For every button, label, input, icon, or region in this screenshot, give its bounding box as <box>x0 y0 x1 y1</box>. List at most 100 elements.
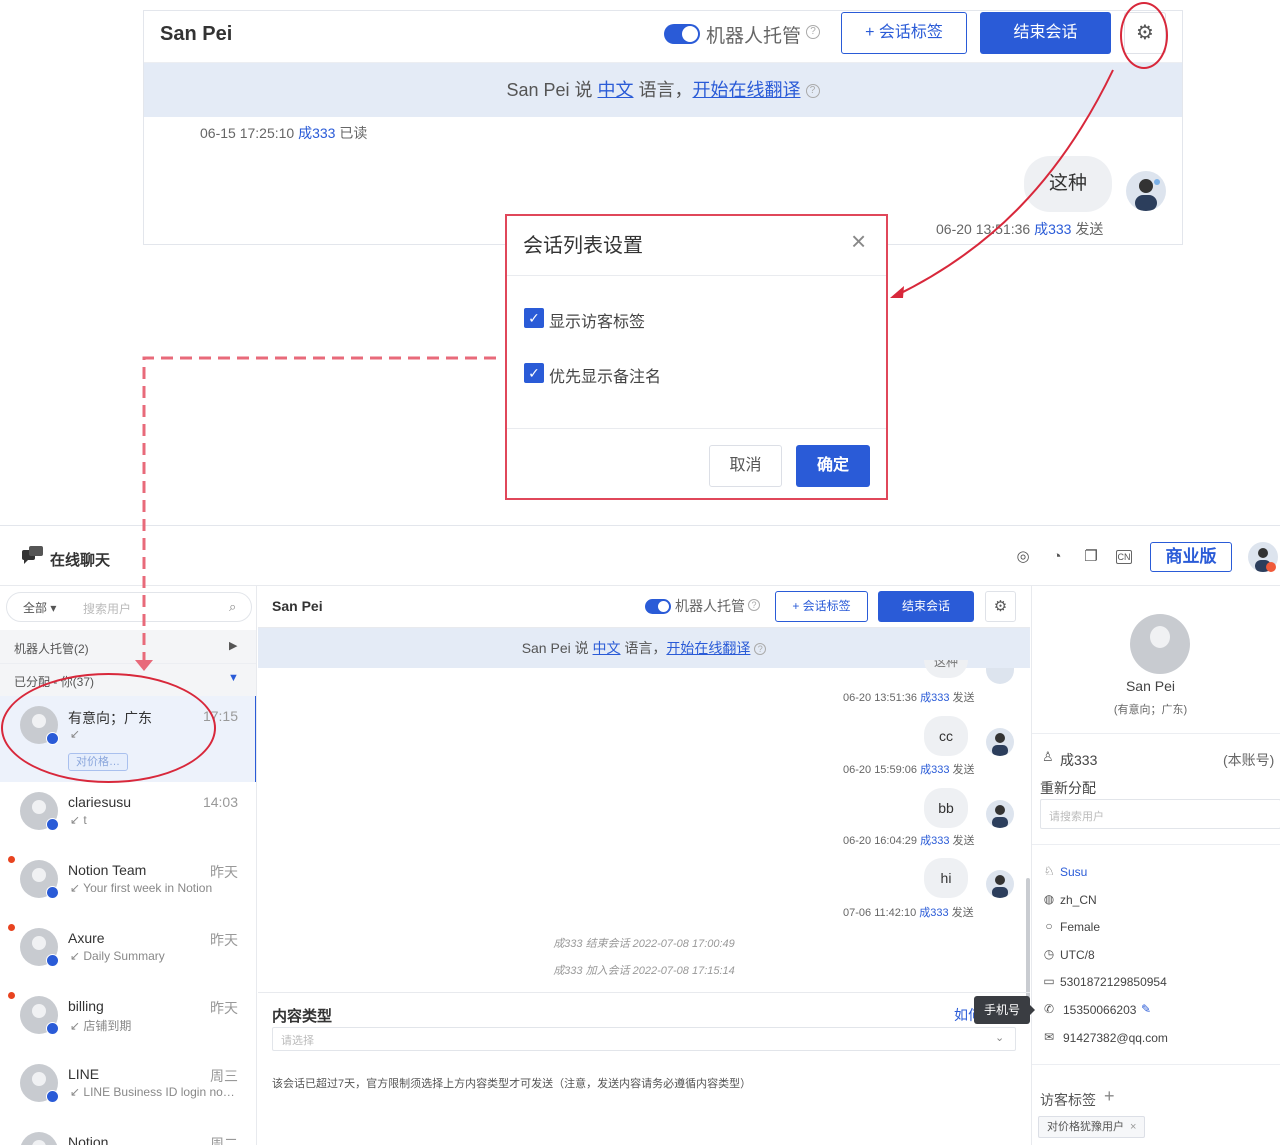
end-session-button[interactable]: 结束会话 <box>878 591 974 622</box>
agent-link[interactable]: 成333 <box>920 835 949 847</box>
content-type-select[interactable]: 请选择 ⌄ <box>272 1027 1016 1051</box>
restriction-note: 该会话已超过7天，官方限制须选择上方内容类型才可发送（注意，发送内容请务必遵循内… <box>272 1078 752 1090</box>
search-box: 全部 ▾ 搜索用户 ⌕ <box>6 592 252 622</box>
list-item[interactable]: clariesusu 14:03 ↙ t <box>0 782 256 850</box>
send-status: 发送 <box>1071 221 1104 237</box>
timezone-value: UTC/8 <box>1060 948 1095 962</box>
visitor-tag-header: 访客标签 <box>1040 1092 1096 1108</box>
email-value: 91427382@qq.com <box>1063 1031 1168 1045</box>
confirm-button[interactable]: 确定 <box>796 445 870 487</box>
message-meta: 06-20 16:04:29 成333 发送 <box>843 835 975 847</box>
user-search-input[interactable]: 请搜索用户 <box>1040 799 1280 829</box>
language-icon[interactable]: CN <box>1116 550 1132 564</box>
read-status: 已读 <box>335 125 368 141</box>
robot-toggle[interactable] <box>664 24 700 44</box>
language-value: zh_CN <box>1060 893 1097 907</box>
timestamp: 06-15 17:25:10 <box>200 125 299 141</box>
agent-link[interactable]: 成333 <box>1034 221 1071 237</box>
source-link[interactable]: Susu <box>1060 865 1087 879</box>
group-label: 机器人托管(2) <box>14 642 89 656</box>
settings-gear-icon[interactable]: ⚙ <box>985 591 1016 622</box>
pro-edition-button[interactable]: 商业版 <box>1150 542 1232 572</box>
close-icon[interactable]: × <box>851 226 866 257</box>
pie-chart-icon[interactable]: ◔ <box>1048 548 1066 566</box>
language-link[interactable]: 中文 <box>598 80 634 100</box>
help-icon[interactable]: ? <box>748 599 760 611</box>
conversation-preview: ↙ Your first week in Notion <box>70 881 213 895</box>
compass-icon[interactable]: ◎ <box>1014 548 1032 566</box>
scrollbar[interactable] <box>1026 878 1030 998</box>
checkbox-label[interactable]: 显示访客标签 <box>549 308 645 332</box>
agent-link[interactable]: 成333 <box>920 692 949 704</box>
prefer-remark-name-checkbox[interactable]: ✓ <box>524 363 544 383</box>
language-link[interactable]: 中文 <box>593 640 621 656</box>
conversation-sidebar: 全部 ▾ 搜索用户 ⌕ 机器人托管(2) ▶ 已分配 - 你(37) ▼ 有意向… <box>0 586 257 1145</box>
zoomed-chat-panel: San Pei 机器人托管 ? + 会话标签 结束会话 ⚙ San Pei 说 … <box>143 10 1183 245</box>
app-window: 在线聊天 ◎ ◔ ❐ CN 商业版 全部 ▾ 搜索用户 ⌕ 机器人托管(2) ▶… <box>0 525 1280 1145</box>
help-icon[interactable]: ? <box>806 25 820 39</box>
banner-mid: 语言， <box>633 80 693 100</box>
cancel-button[interactable]: 取消 <box>709 445 782 487</box>
list-item[interactable]: billing 昨天 ↙ 店铺到期 <box>0 986 256 1054</box>
agent-avatar <box>1126 171 1166 211</box>
close-icon[interactable]: × <box>1130 1121 1136 1133</box>
search-icon[interactable]: ⌕ <box>229 599 236 615</box>
conversation-time: 昨天 <box>210 864 238 880</box>
session-tag-button[interactable]: + 会话标签 <box>775 591 868 622</box>
dialog-title: 会话列表设置 <box>523 235 643 257</box>
list-item[interactable]: Axure 昨天 ↙ Daily Summary <box>0 918 256 986</box>
timestamp: 06-20 13:51:36 <box>936 221 1035 237</box>
banner-prefix: San Pei 说 <box>506 80 598 100</box>
robot-toggle[interactable] <box>645 599 671 614</box>
divider <box>507 428 886 429</box>
message-bubble: bb <box>924 788 968 828</box>
list-item[interactable]: Notion 周二 <box>0 1122 256 1145</box>
agent-link[interactable]: 成333 <box>919 907 948 919</box>
end-session-button[interactable]: 结束会话 <box>980 12 1111 54</box>
search-input[interactable]: 搜索用户 <box>83 600 131 617</box>
session-list-settings-dialog: 会话列表设置 × ✓ 显示访客标签 ✓ 优先显示备注名 取消 确定 <box>505 214 888 500</box>
chevron-right-icon: ▶ <box>229 640 238 652</box>
translate-link[interactable]: 开始在线翻译 <box>693 80 801 100</box>
list-item[interactable]: LINE 周三 ↙ LINE Business ID login noti… <box>0 1054 256 1122</box>
unread-dot <box>8 856 15 863</box>
assigned-agent: 成333 <box>1060 752 1098 768</box>
tooltip: 手机号 <box>974 996 1035 1024</box>
copy-icon[interactable]: ❐ <box>1082 548 1100 566</box>
conversation-name: LINE <box>68 1066 100 1082</box>
visitor-name: San Pei <box>160 23 233 45</box>
agent-link[interactable]: 成333 <box>298 125 335 141</box>
app-title: 在线聊天 <box>50 552 111 569</box>
session-tag-button[interactable]: + 会话标签 <box>841 12 967 54</box>
phone-icon: ✆ <box>1043 1002 1055 1016</box>
own-account-label: (本账号) <box>1223 752 1275 768</box>
chevron-down-icon: ▼ <box>228 672 239 684</box>
annotation-circle <box>1 673 216 783</box>
id-card-icon: ▭ <box>1043 974 1055 988</box>
add-tag-icon[interactable]: + <box>1104 1086 1115 1107</box>
unread-dot <box>8 992 15 999</box>
message-meta: 06-20 15:59:06 成333 发送 <box>843 764 975 776</box>
list-item[interactable]: Notion Team 昨天 ↙ Your first week in Noti… <box>0 850 256 918</box>
agent-avatar <box>986 870 1014 898</box>
visitor-avatar <box>1130 614 1190 674</box>
id-value: 5301872129850954 <box>1060 975 1167 989</box>
notification-dot <box>1266 562 1276 572</box>
chat-header: San Pei 机器人托管 ? + 会话标签 结束会话 ⚙ <box>258 586 1030 628</box>
message-bubble: 这种 <box>924 660 968 678</box>
conversation-name: Notion Team <box>68 862 147 878</box>
conversation-name: Notion <box>68 1134 109 1145</box>
checkbox-label[interactable]: 优先显示备注名 <box>549 363 661 387</box>
mail-icon: ✉ <box>1043 1030 1055 1044</box>
help-icon[interactable]: ? <box>754 643 767 656</box>
show-visitor-tag-checkbox[interactable]: ✓ <box>524 308 544 328</box>
filter-dropdown[interactable]: 全部 ▾ <box>23 599 56 616</box>
clock-icon: ◷ <box>1043 947 1055 961</box>
edit-icon[interactable]: ✎ <box>1141 1002 1151 1016</box>
help-icon[interactable]: ? <box>805 84 820 99</box>
translate-link[interactable]: 开始在线翻译 <box>666 640 750 656</box>
robot-label: 机器人托管 <box>675 598 745 614</box>
annotation-circle <box>1120 2 1168 69</box>
robot-group-header[interactable]: 机器人托管(2) ▶ <box>0 630 256 664</box>
agent-link[interactable]: 成333 <box>920 764 949 776</box>
